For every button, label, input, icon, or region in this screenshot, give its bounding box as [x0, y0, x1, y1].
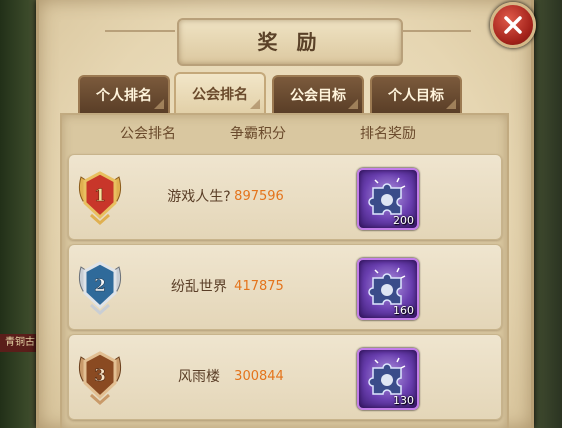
tab-personal-ranking[interactable]: 个人排名: [78, 75, 170, 113]
table-row: 1 游戏人生? 897596 200: [68, 154, 502, 240]
close-icon: [504, 16, 522, 34]
bronze-medal-icon: 3: [78, 351, 122, 406]
table-row: 3 风雨楼 300844 130: [68, 334, 502, 420]
reward-item[interactable]: 160: [357, 258, 419, 320]
reward-item[interactable]: 130: [357, 348, 419, 410]
medal-rank-number: 1: [94, 186, 106, 206]
header-guild-rank: 公会排名: [120, 126, 176, 142]
silver-medal-icon: 2: [78, 261, 122, 316]
reward-count: 200: [393, 214, 414, 227]
banner-ornament-right: [401, 30, 471, 32]
tab-guild-goal[interactable]: 公会目标: [272, 75, 364, 113]
reward-item[interactable]: 200: [357, 168, 419, 230]
tab-guild-ranking[interactable]: 公会排名: [174, 72, 266, 113]
reward-count: 160: [393, 304, 414, 317]
header-reward: 排名奖励: [360, 126, 416, 142]
table-row: 2 纷乱世界 417875 160: [68, 244, 502, 330]
guild-score: 417875: [234, 279, 284, 294]
medal-rank-number: 2: [94, 276, 106, 296]
panel-title: 奖 励: [257, 30, 323, 54]
title-banner: 奖 励: [177, 18, 403, 66]
close-button[interactable]: [490, 2, 536, 48]
banner-ornament-left: [105, 30, 175, 32]
gold-medal-icon: 1: [78, 171, 122, 226]
reward-count: 130: [393, 394, 414, 407]
header-score: 争霸积分: [230, 126, 286, 142]
tab-personal-goal[interactable]: 个人目标: [370, 75, 462, 113]
guild-score: 300844: [234, 369, 284, 384]
medal-rank-number: 3: [94, 366, 106, 386]
guild-score: 897596: [234, 189, 284, 204]
world-building-tag: 青铜古: [0, 334, 40, 352]
world-left-edge: [0, 0, 40, 428]
